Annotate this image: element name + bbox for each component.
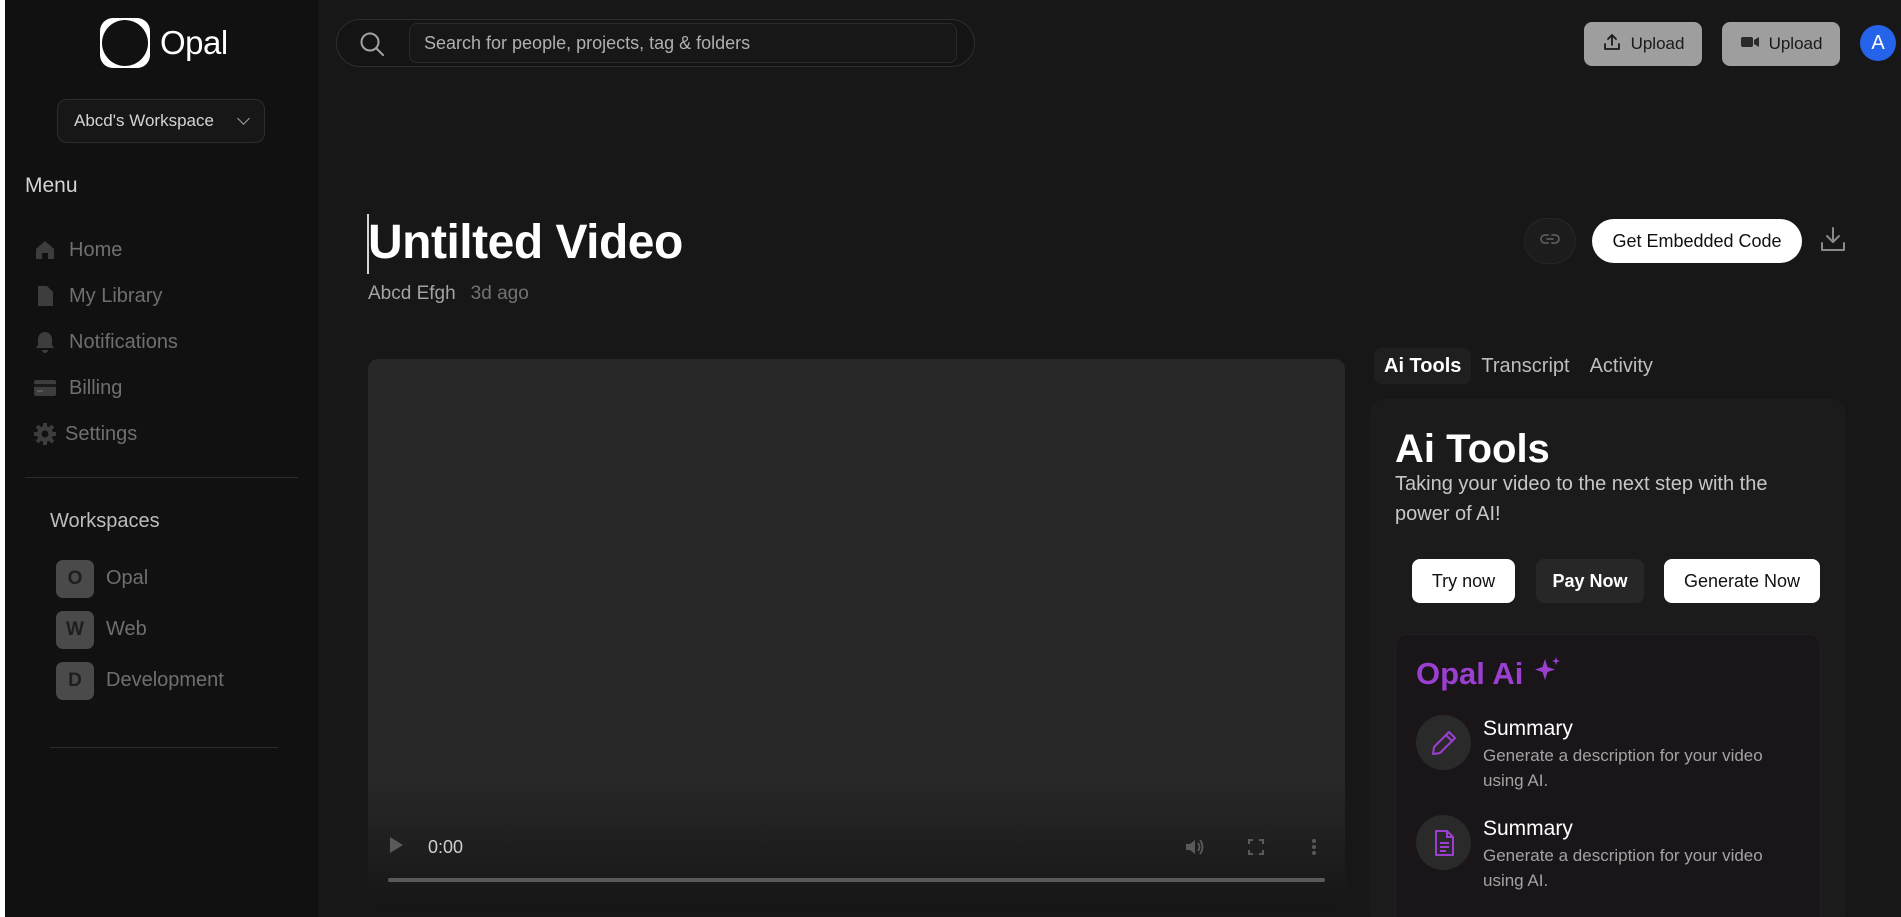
tab-transcript[interactable]: Transcript	[1471, 348, 1579, 384]
upload-button-label: Upload	[1630, 34, 1685, 53]
opal-ai-title-text: Opal Ai	[1416, 656, 1524, 691]
video-player[interactable]: 0:00	[368, 359, 1345, 908]
home-icon	[33, 238, 57, 262]
download-icon	[1819, 225, 1847, 258]
try-now-button[interactable]: Try now	[1412, 559, 1515, 603]
chevron-down-icon	[237, 112, 250, 125]
document-icon	[33, 284, 57, 308]
video-title[interactable]: Untilted Video	[368, 215, 683, 270]
pencil-icon	[1416, 715, 1471, 770]
sidebar-item-label: Home	[69, 238, 123, 261]
ai-feature-title: Summary	[1483, 817, 1573, 840]
player-time: 0:00	[428, 837, 464, 857]
video-author: Abcd Efgh	[368, 283, 456, 304]
ai-feature-summary[interactable]: Summary Generate a description for your …	[1416, 815, 1803, 893]
sidebar-nav: Home My Library Notifications Billing Se…	[33, 227, 178, 457]
sidebar-item-home[interactable]: Home	[33, 227, 178, 273]
bell-icon	[33, 330, 57, 354]
ai-feature-text: Summary Generate a description for your …	[1483, 715, 1803, 793]
sidebar-item-label: Settings	[65, 422, 138, 445]
play-icon[interactable]	[390, 837, 403, 853]
upload-button[interactable]: Upload	[1584, 22, 1702, 66]
logo-mark-icon	[100, 18, 150, 68]
workspace-badge: W	[56, 610, 94, 649]
workspace-select[interactable]: Abcd's Workspace	[57, 99, 265, 143]
video-progress-bar[interactable]	[388, 878, 1325, 882]
ai-feature-summary[interactable]: Summary Generate a description for your …	[1416, 715, 1803, 793]
search-input[interactable]	[409, 23, 957, 63]
ai-feature-title: Summary	[1483, 717, 1573, 740]
record-upload-label: Upload	[1768, 34, 1823, 53]
logo[interactable]: Opal	[100, 18, 228, 68]
ai-tools-panel: Ai Tools Taking your video to the next s…	[1370, 399, 1845, 917]
panel-tabs: Ai Tools Transcript Activity	[1374, 348, 1663, 384]
sidebar: Opal Abcd's Workspace Menu Home My Libra…	[5, 0, 318, 917]
ai-feature-description: Generate a description for your video us…	[1483, 846, 1763, 890]
workspace-select-label: Abcd's Workspace	[74, 111, 214, 130]
video-meta: Abcd Efgh 3d ago	[368, 283, 529, 305]
workspace-label: Development	[106, 669, 224, 691]
link-icon	[1540, 229, 1560, 254]
workspace-list: O Opal W Web D Development	[56, 553, 224, 706]
tab-activity[interactable]: Activity	[1580, 348, 1663, 384]
copy-link-button[interactable]	[1524, 218, 1576, 264]
file-text-icon	[1416, 815, 1471, 870]
ai-feature-text: Summary Generate a description for your …	[1483, 815, 1803, 893]
menu-title: Menu	[25, 174, 78, 197]
workspace-item-opal[interactable]: O Opal	[56, 553, 224, 604]
search-icon[interactable]	[359, 31, 385, 62]
opal-ai-title: Opal Ai	[1416, 655, 1563, 693]
sidebar-divider	[25, 477, 298, 478]
sidebar-item-label: My Library	[69, 284, 163, 307]
sidebar-item-label: Notifications	[69, 330, 178, 353]
panel-subtitle: Taking your video to the next step with …	[1395, 473, 1768, 525]
workspace-label: Opal	[106, 567, 149, 589]
fullscreen-icon[interactable]	[1246, 837, 1266, 862]
video-date: 3d ago	[470, 283, 529, 304]
record-upload-button[interactable]: Upload	[1722, 22, 1840, 66]
sidebar-item-my-library[interactable]: My Library	[33, 273, 178, 319]
opal-ai-card: Opal Ai Summary Generate a description f…	[1395, 634, 1821, 917]
workspace-label: Web	[106, 618, 147, 640]
upload-icon	[1602, 32, 1622, 57]
download-button[interactable]	[1818, 226, 1848, 256]
gear-icon	[33, 422, 57, 446]
ai-feature-description: Generate a description for your video us…	[1483, 746, 1763, 790]
logo-text: Opal	[160, 24, 228, 61]
sidebar-item-settings[interactable]: Settings	[33, 411, 178, 457]
avatar[interactable]: A	[1860, 25, 1896, 61]
sidebar-item-billing[interactable]: Billing	[33, 365, 178, 411]
workspace-item-development[interactable]: D Development	[56, 655, 224, 706]
sparkles-icon	[1533, 655, 1563, 693]
workspace-item-web[interactable]: W Web	[56, 604, 224, 655]
search-bar	[336, 19, 975, 67]
panel-title: Ai Tools	[1395, 427, 1550, 471]
pay-now-button[interactable]: Pay Now	[1536, 559, 1644, 603]
workspaces-title: Workspaces	[50, 510, 160, 532]
generate-now-button[interactable]: Generate Now	[1664, 559, 1820, 603]
volume-icon[interactable]	[1184, 837, 1206, 862]
sidebar-item-label: Billing	[69, 376, 123, 399]
sidebar-divider	[50, 747, 278, 748]
workspace-badge: D	[56, 661, 94, 700]
get-embedded-code-button[interactable]: Get Embedded Code	[1592, 219, 1802, 263]
video-camera-icon	[1740, 32, 1760, 57]
more-options-icon[interactable]	[1310, 837, 1318, 862]
tab-ai-tools[interactable]: Ai Tools	[1374, 348, 1472, 384]
workspace-badge: O	[56, 559, 94, 598]
sidebar-item-notifications[interactable]: Notifications	[33, 319, 178, 365]
credit-card-icon	[33, 376, 57, 400]
app-root: Opal Abcd's Workspace Menu Home My Libra…	[0, 0, 1901, 917]
